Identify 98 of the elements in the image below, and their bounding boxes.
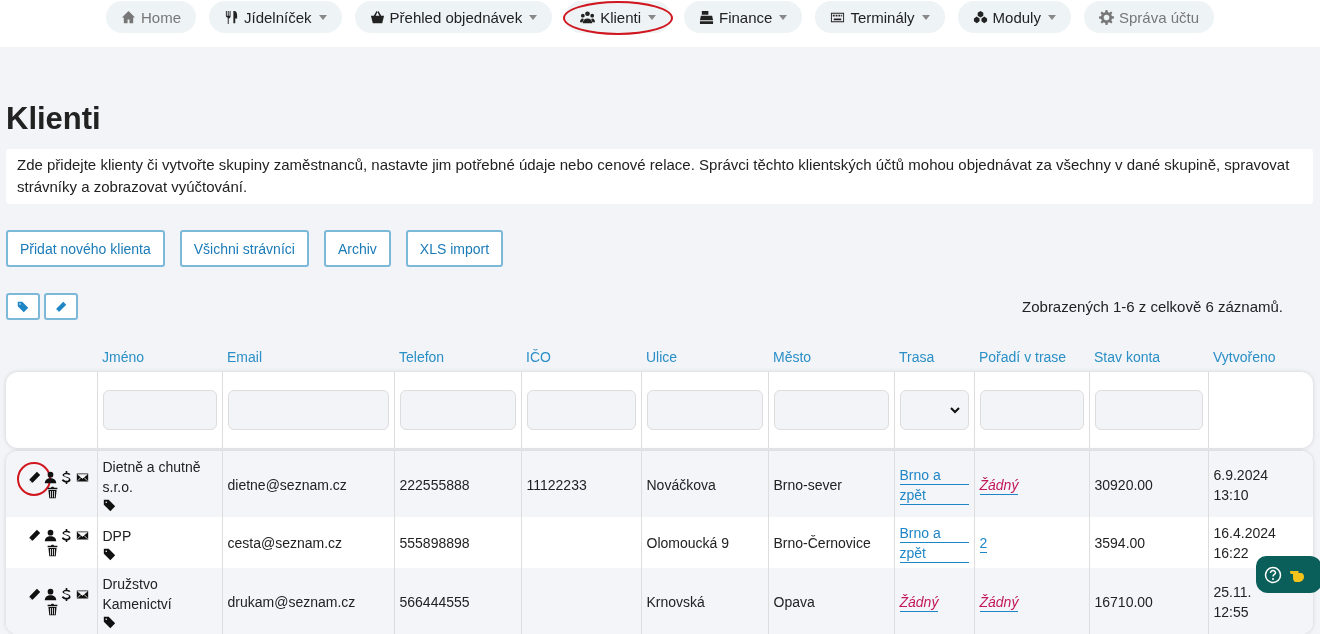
- nav-item[interactable]: Přehled objednávek: [354, 1, 553, 33]
- caret-icon: [1047, 14, 1056, 20]
- column-header[interactable]: Telefon: [399, 349, 445, 365]
- caret-icon: [779, 14, 788, 20]
- client-name: Dietně a chutně s.r.o.: [102, 458, 202, 497]
- filter-field[interactable]: [1094, 390, 1203, 430]
- action-button[interactable]: Archiv: [323, 230, 391, 267]
- phone-text: 555898898: [399, 535, 470, 551]
- user-icon[interactable]: [44, 529, 57, 542]
- page-title: Klienti: [6, 100, 102, 138]
- order-link[interactable]: Žádný: [979, 591, 1019, 612]
- dollar-icon[interactable]: [60, 529, 73, 542]
- phone-text: 222555888: [399, 476, 470, 493]
- created-text: 13:10: [1213, 485, 1250, 505]
- route-link[interactable]: Brno a zpět: [899, 464, 969, 505]
- trash-icon[interactable]: [46, 544, 59, 557]
- route-link[interactable]: Žádný: [899, 591, 939, 612]
- trash-icon[interactable]: [46, 485, 59, 499]
- tag-icon[interactable]: [102, 499, 116, 512]
- basket-icon: [369, 9, 385, 25]
- filter-field[interactable]: [526, 390, 636, 430]
- envelope-icon[interactable]: [76, 587, 89, 601]
- phone-text: 566444555: [399, 593, 470, 610]
- balance-text: 3594.00: [1094, 535, 1146, 551]
- pencil-icon: [55, 300, 67, 313]
- column-header[interactable]: IČO: [526, 349, 551, 365]
- city-text: Brno-sever: [773, 476, 842, 493]
- column-header[interactable]: Stav konta: [1094, 349, 1161, 365]
- nav-item[interactable]: Klienti: [565, 1, 672, 33]
- action-button[interactable]: XLS import: [405, 230, 504, 267]
- client-name: DPP: [102, 526, 133, 546]
- tag-icon: [17, 300, 29, 313]
- created-text: 6.9.2024: [1213, 465, 1269, 485]
- created-text: 16.4.2024: [1213, 524, 1277, 543]
- street-text: Nováčkova: [646, 476, 716, 493]
- balance-text: 30920.00: [1094, 476, 1153, 493]
- nav-item[interactable]: Finance: [684, 1, 803, 33]
- pencil-button[interactable]: [44, 293, 78, 320]
- cubes-icon: [972, 9, 988, 25]
- envelope-icon[interactable]: [76, 470, 89, 484]
- chevron-icon: [949, 406, 960, 414]
- client-name: Družstvo Kamenictví: [102, 575, 173, 614]
- filter-field[interactable]: [102, 390, 217, 430]
- street-text: Olomoucká 9: [646, 535, 729, 551]
- email-text: drukam@seznam.cz: [227, 593, 356, 610]
- user-icon[interactable]: [44, 587, 57, 601]
- created-text: 12:55: [1213, 602, 1250, 622]
- trash-icon[interactable]: [46, 602, 59, 616]
- records-summary: Zobrazených 1-6 z celkově 6 záznamů.: [1022, 298, 1283, 315]
- email-text: cesta@seznam.cz: [227, 535, 343, 551]
- filter-field[interactable]: [646, 390, 763, 430]
- filter-field[interactable]: [979, 390, 1084, 430]
- email-text: dietne@seznam.cz: [227, 476, 347, 493]
- help-widget[interactable]: [1256, 556, 1320, 593]
- caret-icon: [921, 14, 930, 20]
- user-icon[interactable]: [44, 470, 57, 484]
- balance-text: 16710.00: [1094, 593, 1153, 610]
- action-button[interactable]: Všichni strávníci: [179, 230, 309, 267]
- city-text: Opava: [773, 593, 815, 610]
- filter-field[interactable]: [399, 390, 516, 430]
- created-text: 16:22: [1213, 544, 1250, 563]
- action-button[interactable]: Přidat nového klienta: [6, 230, 165, 267]
- filter-field[interactable]: [773, 390, 889, 430]
- column-header[interactable]: Vytvořeno: [1213, 349, 1276, 365]
- tag-icon[interactable]: [102, 547, 116, 561]
- column-header[interactable]: Pořadí v trase: [979, 349, 1067, 365]
- caret-icon: [648, 14, 657, 20]
- order-link[interactable]: Žádný: [979, 474, 1019, 495]
- caret-icon: [318, 14, 327, 20]
- nav-item[interactable]: Terminály: [815, 1, 945, 33]
- home-icon: [121, 9, 136, 25]
- envelope-icon[interactable]: [76, 529, 89, 542]
- dollar-icon[interactable]: [60, 470, 73, 484]
- nav-item[interactable]: Moduly: [957, 1, 1071, 33]
- created-text: 25.11.: [1213, 582, 1253, 602]
- caret-icon: [529, 14, 538, 20]
- column-header[interactable]: Email: [227, 349, 262, 365]
- column-header[interactable]: Jméno: [102, 349, 145, 365]
- filter-field[interactable]: [227, 390, 389, 430]
- pencil-icon[interactable]: [28, 587, 41, 601]
- street-text: Krnovská: [646, 593, 705, 610]
- description-text: Zde přidejte klienty či vytvořte skupiny zaměstnanců, nastavte jim potřebné údaje nebo cenové relace. Správci těchto klientských účtů mohou objednávat za všechny v dané skupině, spravovat strávníky a zobrazovat vyúčtování.: [6, 149, 1313, 204]
- ico-text: 11122233: [526, 476, 587, 493]
- pencil-icon[interactable]: [28, 529, 41, 542]
- users-icon: [580, 9, 596, 25]
- column-header[interactable]: Město: [773, 349, 812, 365]
- pencil-icon[interactable]: [28, 470, 41, 484]
- city-text: Brno-Černovice: [773, 535, 871, 551]
- utensils-icon: [224, 9, 239, 25]
- tag-button[interactable]: [6, 293, 40, 320]
- cash-register-icon: [699, 9, 715, 25]
- nav-item[interactable]: Jídelníček: [209, 1, 342, 33]
- settings-icon: [1098, 9, 1114, 25]
- column-header[interactable]: Ulice: [646, 349, 678, 365]
- dollar-icon[interactable]: [60, 587, 73, 601]
- question-icon: [1264, 565, 1282, 584]
- column-header[interactable]: Trasa: [899, 349, 935, 365]
- tag-icon[interactable]: [102, 616, 116, 629]
